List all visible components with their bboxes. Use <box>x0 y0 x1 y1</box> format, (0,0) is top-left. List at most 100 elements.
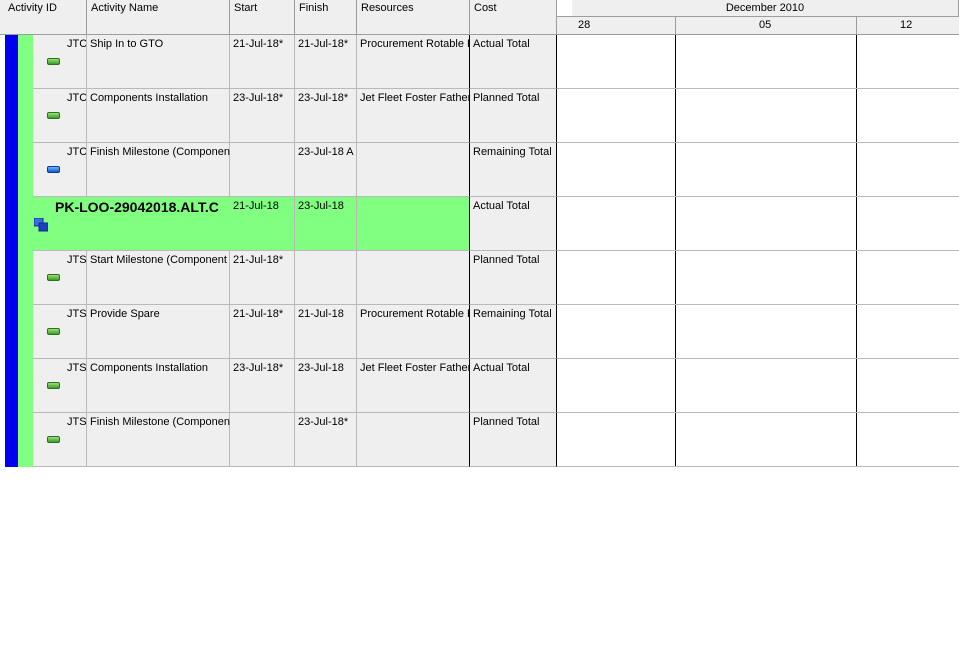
resources-cell[interactable]: Procurement Rotable F <box>357 305 474 359</box>
timescale-week-2: 05 <box>676 17 857 35</box>
resources-cell[interactable]: Jet Fleet Foster Father <box>357 89 472 143</box>
resources-cell[interactable] <box>357 197 470 251</box>
finish-date-value: 23-Jul-18* <box>298 92 349 104</box>
header-cost[interactable]: Cost <box>470 0 557 35</box>
start-date-value: 21-Jul-18* <box>233 254 284 266</box>
green-bar-icon <box>47 112 60 119</box>
green-bar-icon <box>47 436 60 443</box>
table-row[interactable]: JTC Finish Milestone (Component 23-Jul-18 … <box>0 143 557 197</box>
table-row[interactable]: JTS Components Installation 23-Jul-18* 23-J… <box>0 359 557 413</box>
timescale-month-label: December 2010 <box>725 2 805 14</box>
wbs-name: PK-LOO-29042018.ALT.C <box>55 199 219 215</box>
cost-value: Planned Total <box>473 254 540 266</box>
activity-name: Provide Spare <box>90 308 160 320</box>
resources-value: Procurement Rotable F <box>360 308 474 320</box>
start-date-cell[interactable]: 23-Jul-18* <box>230 359 295 413</box>
cost-cell[interactable]: Actual Total <box>470 359 557 413</box>
resources-cell[interactable] <box>357 251 470 305</box>
activity-name: Start Milestone (Component <box>90 254 227 266</box>
start-date-value: 23-Jul-18* <box>233 362 284 374</box>
gantt-row-line <box>557 196 959 197</box>
activity-name-cell[interactable]: Provide Spare <box>87 305 230 359</box>
finish-date-value: 21-Jul-18 <box>298 308 344 320</box>
finish-date-cell[interactable]: 21-Jul-18 <box>295 305 357 359</box>
cost-value: Actual Total <box>473 200 530 212</box>
blue-bar-icon <box>47 166 60 173</box>
activity-name-cell[interactable]: PK-LOO-29042018.ALT.C <box>55 197 230 251</box>
table-row[interactable]: JTC Ship In to GTO 21-Jul-18* 21-Jul-18* Pro… <box>0 35 557 89</box>
finish-date-cell[interactable]: 23-Jul-18* <box>295 413 357 467</box>
gantt-chart-area[interactable] <box>557 35 959 467</box>
table-row[interactable]: JTS Start Milestone (Component 21-Jul-18* P… <box>0 251 557 305</box>
table-row[interactable]: JTS Finish Milestone (Component 23-Jul-18*… <box>0 413 557 467</box>
header-finish[interactable]: Finish <box>295 0 357 35</box>
start-date-value: 21-Jul-18* <box>233 308 284 320</box>
finish-date-cell[interactable]: 23-Jul-18 A <box>295 143 357 197</box>
timescale-header: December 2010 28 05 12 <box>557 0 959 35</box>
finish-date-cell[interactable]: 21-Jul-18* <box>295 35 357 89</box>
resources-cell[interactable]: Procurement Rotable F <box>357 35 474 89</box>
resources-cell[interactable] <box>357 413 470 467</box>
activity-name-cell[interactable]: Ship In to GTO <box>87 35 230 89</box>
activity-id-value: JTC <box>67 38 86 50</box>
finish-date-cell[interactable] <box>295 251 357 305</box>
activity-id-value: JTS <box>67 362 86 374</box>
timescale-week-1: 28 <box>557 17 676 35</box>
start-date-cell[interactable] <box>230 413 295 467</box>
start-date-value: 21-Jul-18 <box>233 200 279 212</box>
green-bar-icon <box>47 58 60 65</box>
cost-value: Remaining Total <box>473 146 552 158</box>
header-activity-id-label: Activity ID <box>8 2 57 14</box>
start-date-cell[interactable]: 23-Jul-18* <box>230 89 295 143</box>
resources-cell[interactable] <box>357 143 470 197</box>
start-date-cell[interactable]: 21-Jul-18* <box>230 251 295 305</box>
finish-date-value: 21-Jul-18* <box>298 38 349 50</box>
table-row[interactable]: JTC Components Installation 23-Jul-18* 23-J… <box>0 89 557 143</box>
header-resources[interactable]: Resources <box>357 0 470 35</box>
wbs-row[interactable]: PK-LOO-29042018.ALT.C 21-Jul-18 23-Jul-18 A… <box>0 197 557 251</box>
header-finish-label: Finish <box>299 2 329 14</box>
cost-cell[interactable]: Planned Total <box>470 251 557 305</box>
gantt-row-line <box>557 466 959 467</box>
gantt-week-divider <box>675 35 676 467</box>
finish-date-value: 23-Jul-18 <box>298 362 344 374</box>
cost-value: Remaining Total <box>473 308 552 320</box>
cost-cell[interactable]: Planned Total <box>470 89 557 143</box>
header-start[interactable]: Start <box>230 0 295 35</box>
start-date-cell[interactable]: 21-Jul-18* <box>230 35 295 89</box>
resources-value: Jet Fleet Foster Father <box>360 92 472 104</box>
header-start-label: Start <box>234 2 258 14</box>
cost-cell[interactable]: Remaining Total <box>470 143 557 197</box>
activity-name: Finish Milestone (Component <box>90 146 234 158</box>
header-activity-id[interactable]: Activity ID <box>0 0 87 35</box>
finish-date-cell[interactable]: 23-Jul-18* <box>295 89 357 143</box>
cost-value: Planned Total <box>473 92 540 104</box>
start-date-cell[interactable]: 21-Jul-18* <box>230 305 295 359</box>
gantt-week-divider <box>856 35 857 467</box>
activity-name: Ship In to GTO <box>90 38 164 50</box>
activity-name-cell[interactable]: Start Milestone (Component <box>87 251 230 305</box>
activity-name: Finish Milestone (Component <box>90 416 234 428</box>
activity-id-value: JTS <box>67 308 86 320</box>
table-row[interactable]: JTS Provide Spare 21-Jul-18* 21-Jul-18 Procu… <box>0 305 557 359</box>
gantt-row-line <box>557 250 959 251</box>
activity-name-cell[interactable]: Finish Milestone (Component <box>87 413 234 467</box>
activity-name-cell[interactable]: Finish Milestone (Component <box>87 143 234 197</box>
finish-date-cell[interactable]: 23-Jul-18 <box>295 359 357 413</box>
resources-cell[interactable]: Jet Fleet Foster Father <box>357 359 471 413</box>
cost-cell[interactable]: Planned Total <box>470 413 557 467</box>
start-date-cell[interactable]: 21-Jul-18 <box>230 197 295 251</box>
wbs-group-icon <box>33 217 49 232</box>
finish-date-cell[interactable]: 23-Jul-18 <box>295 197 357 251</box>
activity-name-cell[interactable]: Components Installation <box>87 359 230 413</box>
activity-name-cell[interactable]: Components Installation <box>87 89 230 143</box>
start-date-cell[interactable] <box>230 143 295 197</box>
cost-cell[interactable]: Remaining Total <box>470 305 557 359</box>
cost-cell[interactable]: Actual Total <box>470 35 557 89</box>
cost-cell[interactable]: Actual Total <box>470 197 557 251</box>
header-activity-name[interactable]: Activity Name <box>87 0 230 35</box>
header-resources-label: Resources <box>361 2 414 14</box>
timescale-week-label: 12 <box>900 19 913 31</box>
timescale-week-label: 05 <box>759 19 772 31</box>
gantt-row-line <box>557 88 959 89</box>
